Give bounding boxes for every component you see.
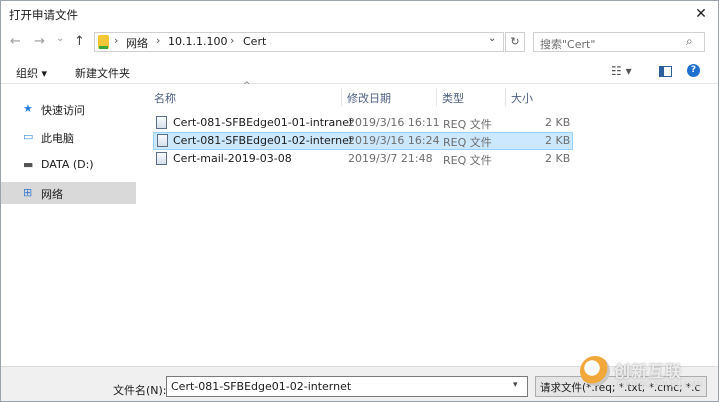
file-row[interactable]: Cert-mail-2019-03-08 2019/3/7 21:48 REQ … bbox=[153, 150, 573, 168]
sidebar-item-data-drive[interactable]: ▬ DATA (D:) bbox=[1, 154, 136, 176]
organize-button[interactable]: 组织 ▾ bbox=[16, 65, 47, 81]
column-divider[interactable] bbox=[436, 88, 437, 106]
new-folder-button[interactable]: 新建文件夹 bbox=[75, 65, 130, 81]
file-name: Cert-081-SFBEdge01-01-intranet bbox=[173, 116, 354, 129]
watermark-logo-icon bbox=[580, 356, 610, 386]
filename-dropdown-icon[interactable]: ▾ bbox=[513, 380, 518, 390]
req-file-icon bbox=[156, 152, 167, 165]
breadcrumb-cert[interactable]: Cert bbox=[243, 35, 266, 48]
column-header-size[interactable]: 大小 bbox=[511, 90, 533, 106]
back-icon[interactable]: ← bbox=[10, 31, 21, 53]
sidebar-item-label: 快速访问 bbox=[41, 104, 85, 117]
breadcrumb-separator: › bbox=[230, 34, 235, 47]
preview-pane-icon[interactable] bbox=[659, 66, 672, 77]
sidebar-item-this-pc[interactable]: ▭ 此电脑 bbox=[1, 126, 136, 148]
navigation-pane: ★ 快速访问 ▭ 此电脑 ▬ DATA (D:) ⊞ 网络 bbox=[1, 86, 138, 366]
sidebar-item-label: DATA (D:) bbox=[41, 158, 94, 171]
sidebar-item-network[interactable]: ⊞ 网络 bbox=[1, 182, 136, 204]
file-row-selected[interactable]: Cert-081-SFBEdge01-02-internet 2019/3/16… bbox=[153, 132, 573, 150]
search-icon[interactable]: ⌕ bbox=[686, 34, 693, 49]
breadcrumb-separator: › bbox=[114, 34, 119, 47]
search-placeholder: 搜索"Cert" bbox=[540, 38, 596, 51]
address-dropdown-icon[interactable]: ⌄ bbox=[488, 33, 496, 44]
watermark-text: 创新互联 bbox=[614, 362, 683, 381]
sidebar-item-quick-access[interactable]: ★ 快速访问 bbox=[1, 98, 136, 120]
filename-label: 文件名(N): bbox=[113, 384, 167, 397]
title-bar: 打开申请文件 ✕ bbox=[1, 1, 718, 27]
file-size: 2 KB bbox=[545, 134, 571, 147]
watermark-subtext: CHUANG XIN HU LIAN bbox=[616, 380, 703, 389]
breadcrumb-network[interactable]: 网络 bbox=[126, 35, 148, 51]
filename-input[interactable]: Cert-081-SFBEdge01-02-internet ▾ bbox=[166, 376, 528, 397]
close-icon[interactable]: ✕ bbox=[689, 4, 713, 24]
help-icon[interactable]: ? bbox=[687, 64, 700, 77]
column-header-type[interactable]: 类型 bbox=[442, 90, 464, 106]
recent-locations-icon[interactable]: ⌄ bbox=[56, 28, 64, 50]
file-row[interactable]: Cert-081-SFBEdge01-01-intranet 2019/3/16… bbox=[153, 114, 573, 132]
column-header-name[interactable]: 名称 bbox=[154, 90, 176, 106]
refresh-icon[interactable]: ↻ bbox=[505, 32, 525, 52]
breadcrumb-host[interactable]: 10.1.1.100 bbox=[168, 35, 227, 48]
search-box[interactable]: 搜索"Cert" ⌕ bbox=[533, 32, 705, 52]
file-size: 2 KB bbox=[545, 116, 571, 129]
file-modified: 2019/3/16 16:24 bbox=[348, 134, 440, 147]
sidebar-item-label: 网络 bbox=[41, 188, 63, 201]
up-icon[interactable]: ↑ bbox=[74, 31, 85, 53]
computer-icon: ▭ bbox=[23, 130, 34, 143]
sidebar-item-label: 此电脑 bbox=[41, 132, 74, 145]
column-divider[interactable] bbox=[341, 88, 342, 106]
req-file-icon bbox=[156, 116, 167, 129]
column-header-row: 名称 修改日期 类型 大小 bbox=[146, 86, 576, 108]
file-modified: 2019/3/16 16:11 bbox=[348, 116, 440, 129]
watermark-logo: 创新互联 CHUANG XIN HU LIAN bbox=[580, 352, 714, 394]
column-header-modified[interactable]: 修改日期 bbox=[347, 90, 391, 106]
drive-icon: ▬ bbox=[23, 158, 34, 171]
file-type: REQ 文件 bbox=[443, 118, 492, 131]
filename-value: Cert-081-SFBEdge01-02-internet bbox=[171, 380, 352, 393]
file-type: REQ 文件 bbox=[443, 136, 492, 149]
view-options-icon[interactable]: ☷ ▾ bbox=[611, 64, 632, 78]
req-file-icon bbox=[157, 134, 168, 147]
file-type: REQ 文件 bbox=[443, 154, 492, 167]
file-modified: 2019/3/7 21:48 bbox=[348, 152, 433, 165]
star-icon: ★ bbox=[23, 102, 33, 115]
network-location-icon-base bbox=[99, 46, 108, 49]
address-bar[interactable]: › 网络 › 10.1.1.100 › Cert ⌄ bbox=[94, 32, 504, 52]
column-divider[interactable] bbox=[505, 88, 506, 106]
window-title: 打开申请文件 bbox=[9, 8, 78, 22]
file-name: Cert-mail-2019-03-08 bbox=[173, 152, 292, 165]
file-name: Cert-081-SFBEdge01-02-internet bbox=[173, 134, 354, 147]
breadcrumb-separator: › bbox=[156, 34, 161, 47]
file-size: 2 KB bbox=[545, 152, 571, 165]
forward-icon[interactable]: → bbox=[34, 31, 45, 53]
network-icon: ⊞ bbox=[23, 186, 33, 199]
